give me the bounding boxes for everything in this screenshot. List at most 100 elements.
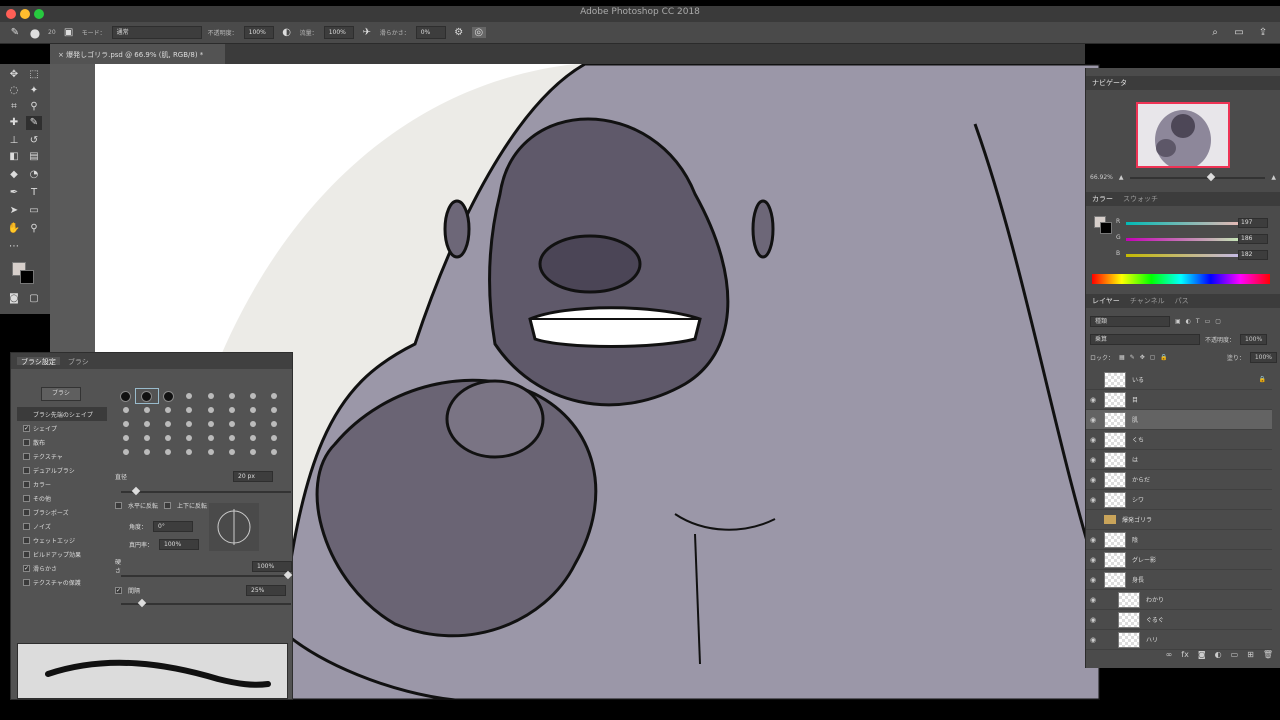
brush-tip-33[interactable] [136,445,157,459]
blend-mode-select[interactable]: 乗算 [1090,334,1200,345]
brush-option-checkbox[interactable] [23,494,30,502]
brush-tip-22[interactable] [243,417,264,431]
brush-option-checkbox[interactable]: ✓ [23,564,30,572]
layer-row[interactable]: ◉ からだ [1086,470,1272,490]
lock-transparent-icon[interactable]: ▦ [1119,354,1125,361]
stamp-tool-icon[interactable]: ⊥ [6,134,22,148]
roundness-field[interactable]: 100% [159,539,200,550]
background-color-swatch[interactable] [20,270,34,284]
brush-tip-37[interactable] [221,445,242,459]
b-value[interactable]: 182 [1238,250,1268,260]
flip-x-checkbox[interactable] [115,502,122,509]
magic-wand-tool-icon[interactable]: ✦ [26,84,42,98]
brush-tip-36[interactable] [200,445,221,459]
brush-tip-9[interactable] [136,403,157,417]
g-slider[interactable] [1126,238,1251,241]
lock-artboard-icon[interactable]: ▢ [1150,354,1156,361]
visibility-eye-icon[interactable]: ◉ [1086,496,1100,504]
move-tool-icon[interactable]: ✥ [6,68,22,82]
brush-tip-17[interactable] [136,417,157,431]
visibility-eye-icon[interactable]: ◉ [1086,536,1100,544]
brush-tip-5[interactable] [221,389,242,403]
brush-tip-32[interactable] [115,445,136,459]
brush-tip-38[interactable] [243,445,264,459]
opacity-field[interactable]: 100% [243,26,274,39]
brush-tip-1[interactable] [135,388,159,404]
visibility-eye-icon[interactable]: ◉ [1086,616,1100,624]
brush-tip-7[interactable] [264,389,285,403]
navigator-zoom-thumb[interactable] [1207,172,1216,181]
pressure-size-icon[interactable]: ◎ [471,27,486,38]
brush-option-9[interactable]: ウェットエッジ [17,533,107,547]
layer-row[interactable]: ◉ ぐるぐ [1086,610,1272,630]
layer-row[interactable]: 爆発ゴリラ [1086,510,1272,530]
filter-smart-icon[interactable]: ▢ [1215,318,1221,325]
size-slider-thumb[interactable] [131,486,141,496]
brush-tip-25[interactable] [136,431,157,445]
brush-tip-13[interactable] [221,403,242,417]
size-slider[interactable] [121,486,291,496]
add-mask-icon[interactable]: ◙ [1198,650,1206,659]
brush-angle-preview[interactable] [209,503,259,551]
brush-option-8[interactable]: ノイズ [17,519,107,533]
hardness-field[interactable]: 100% [252,560,292,572]
workspace-icon[interactable]: ▭ [1232,27,1246,38]
brush-tip-29[interactable] [221,431,242,445]
brush-tip-35[interactable] [179,445,200,459]
blur-tool-icon[interactable]: ◆ [6,168,22,182]
tab-brushes[interactable]: ブラシ [68,357,89,366]
brush-tip-24[interactable] [115,431,136,445]
brush-tip-26[interactable] [158,431,179,445]
brush-tip-16[interactable] [115,417,136,431]
brush-tip-11[interactable] [179,403,200,417]
brush-option-checkbox[interactable] [23,550,30,558]
brush-tip-6[interactable] [243,389,264,403]
brush-tip-4[interactable] [200,389,221,403]
brush-tip-30[interactable] [243,431,264,445]
tab-paths[interactable]: パス [1175,296,1189,306]
size-field[interactable]: 20 px [233,471,274,482]
history-brush-tool-icon[interactable]: ↺ [26,134,42,148]
visibility-eye-icon[interactable]: ◉ [1086,556,1100,564]
visibility-eye-icon[interactable]: ◉ [1086,476,1100,484]
navigator-zoom-slider[interactable] [1129,172,1266,181]
r-slider[interactable] [1126,222,1251,225]
brush-tip-8[interactable] [115,403,136,417]
brush-option-checkbox[interactable] [23,452,30,460]
tab-swatches[interactable]: スウォッチ [1123,194,1158,204]
dodge-tool-icon[interactable]: ◔ [26,168,42,182]
brush-tip-31[interactable] [264,431,285,445]
g-value[interactable]: 186 [1238,234,1268,244]
brush-tip-12[interactable] [200,403,221,417]
filter-shape-icon[interactable]: ▭ [1205,318,1211,325]
screen-mode-icon[interactable]: ▢ [26,292,42,306]
smoothing-settings-gear-icon[interactable]: ⚙ [452,27,466,38]
brush-option-checkbox[interactable] [23,466,30,474]
brush-tip-2[interactable] [158,389,179,403]
brush-option-0[interactable]: ブラシ先端のシェイプ [17,407,107,421]
smoothing-field[interactable]: 0% [415,26,446,39]
brush-option-10[interactable]: ビルドアップ効果 [17,547,107,561]
new-group-icon[interactable]: ▭ [1231,650,1239,659]
brush-settings-toggle-icon[interactable]: ▣ [62,27,76,38]
pressure-opacity-icon[interactable]: ◐ [280,27,294,38]
layer-row[interactable]: ◉ 身長 [1086,570,1272,590]
angle-field[interactable]: 0° [153,521,194,532]
color-bg-swatch[interactable] [1100,222,1112,234]
fill-field[interactable]: 100% [1249,352,1277,363]
brush-tip-21[interactable] [221,417,242,431]
brush-option-1[interactable]: ✓ シェイプ [17,421,107,435]
layer-opacity-field[interactable]: 100% [1240,334,1268,345]
brush-option-7[interactable]: ブラシポーズ [17,505,107,519]
brush-option-checkbox[interactable] [23,522,30,530]
spacing-field[interactable]: 25% [246,585,287,596]
brush-tip-18[interactable] [158,417,179,431]
visibility-eye-icon[interactable]: ◉ [1086,596,1100,604]
layer-row[interactable]: ◉ わかり [1086,590,1272,610]
tab-layers[interactable]: レイヤー [1092,296,1120,306]
brush-option-checkbox[interactable] [23,578,30,586]
brush-option-checkbox[interactable] [23,480,30,488]
visibility-eye-icon[interactable]: ◉ [1086,436,1100,444]
tab-navigator[interactable]: ナビゲータ [1092,78,1127,88]
hardness-slider[interactable] [121,570,293,580]
